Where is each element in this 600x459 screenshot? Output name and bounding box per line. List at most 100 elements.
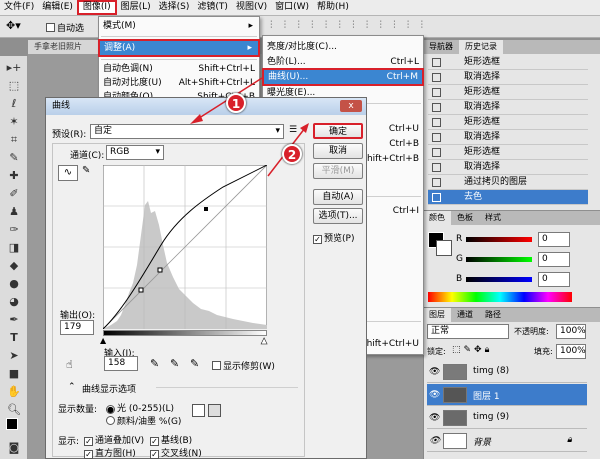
g-field[interactable]: 0: [538, 252, 570, 267]
detailed-grid-icon[interactable]: [208, 404, 221, 417]
history-item[interactable]: 矩形选框: [428, 55, 588, 70]
healing-icon[interactable]: ✚: [4, 168, 24, 184]
bg-color-swatch[interactable]: [436, 240, 452, 256]
history-brush-icon[interactable]: ✑: [4, 222, 24, 238]
lock-icons[interactable]: ⬚✎✥🔒︎: [452, 345, 492, 355]
quick-mask-icon[interactable]: ◙: [4, 440, 24, 456]
layer-row[interactable]: 👁︎ timg (8): [427, 361, 587, 383]
menu-item-mode[interactable]: 模式(M) ▸: [99, 19, 259, 34]
menu-image[interactable]: 图像(I): [76, 0, 117, 15]
layer-row-selected[interactable]: 👁︎ 图层 1: [427, 384, 587, 406]
opacity-field[interactable]: 100%: [556, 324, 586, 339]
tab-navigator[interactable]: 导航器: [423, 40, 459, 54]
move-icon[interactable]: ▸+: [4, 60, 24, 76]
smooth-button[interactable]: 平滑(M): [313, 163, 363, 179]
menu-edit[interactable]: 编辑(E): [38, 0, 77, 15]
menu-item-auto-tone[interactable]: 自动色调(N) Shift+Ctrl+L: [99, 62, 259, 77]
eye-icon[interactable]: 👁︎: [429, 413, 440, 423]
black-eyedropper-icon[interactable]: ✎: [150, 357, 159, 370]
marquee-icon[interactable]: ⬚: [4, 78, 24, 94]
brush-icon[interactable]: ✐: [4, 186, 24, 202]
tab-styles[interactable]: 样式: [479, 211, 507, 225]
hand-adjust-icon[interactable]: ☝: [66, 358, 73, 371]
stamp-icon[interactable]: ♟: [4, 204, 24, 220]
simple-grid-icon[interactable]: [192, 404, 205, 417]
menu-filter[interactable]: 滤镜(T): [193, 0, 232, 15]
eye-icon[interactable]: 👁︎: [429, 367, 440, 377]
intersection-checkbox[interactable]: ✓: [150, 450, 159, 459]
shape-icon[interactable]: ■: [4, 366, 24, 382]
magic-wand-icon[interactable]: ✶: [4, 114, 24, 130]
pigment-radio[interactable]: [106, 416, 115, 425]
auto-button[interactable]: 自动(A): [313, 189, 363, 205]
b-slider[interactable]: [466, 277, 532, 282]
output-field[interactable]: 179: [60, 320, 94, 335]
white-eyedropper-icon[interactable]: ✎: [190, 357, 199, 370]
light-radio[interactable]: ●: [106, 405, 115, 414]
auto-select-checkbox[interactable]: [46, 23, 55, 32]
close-button[interactable]: x: [340, 100, 362, 112]
history-item[interactable]: 取消选择: [428, 160, 588, 175]
tab-history[interactable]: 历史记录: [459, 40, 503, 54]
menu-view[interactable]: 视图(V): [232, 0, 271, 15]
curve-point-tool-icon[interactable]: ∿: [58, 165, 78, 181]
type-icon[interactable]: T: [4, 330, 24, 346]
history-item[interactable]: 矩形选框: [428, 145, 588, 160]
blend-mode-select[interactable]: 正常: [427, 324, 509, 339]
menu-item-curves[interactable]: 曲线(U)... Ctrl+M: [262, 68, 424, 86]
hand-icon[interactable]: ✋: [4, 384, 24, 400]
history-item[interactable]: 通过拷贝的图层: [428, 175, 588, 190]
eye-icon[interactable]: 👁︎: [429, 390, 440, 400]
r-slider[interactable]: [466, 237, 532, 242]
g-slider[interactable]: [466, 257, 532, 262]
history-item[interactable]: 矩形选框: [428, 115, 588, 130]
menu-layer[interactable]: 图层(L): [117, 0, 155, 15]
menu-item-auto-contrast[interactable]: 自动对比度(U) Alt+Shift+Ctrl+L: [99, 76, 259, 91]
color-ramp[interactable]: [428, 292, 572, 302]
input-field[interactable]: 158: [104, 356, 138, 371]
history-item[interactable]: 取消选择: [428, 100, 588, 115]
history-item[interactable]: 取消选择: [428, 130, 588, 145]
align-icons[interactable]: ⫶ ⫶ ⫶ ⫶ ⫶ ⫶ ⫶ ⫶ ⫶ ⫶ ⫶ ⫶: [270, 20, 427, 31]
bucket-icon[interactable]: ◆: [4, 258, 24, 274]
black-point-slider-icon[interactable]: ▲: [100, 336, 106, 345]
cancel-button[interactable]: 取消: [313, 143, 363, 159]
eye-icon[interactable]: 👁︎: [429, 436, 440, 446]
preset-select[interactable]: 自定 ▾: [90, 124, 284, 139]
crop-icon[interactable]: ⌗: [4, 132, 24, 148]
fill-field[interactable]: 100%: [556, 344, 586, 359]
r-field[interactable]: 0: [538, 232, 570, 247]
pen-icon[interactable]: ✒: [4, 312, 24, 328]
channel-overlay-checkbox[interactable]: ✓: [84, 437, 93, 446]
blur-icon[interactable]: ●: [4, 276, 24, 292]
b-field[interactable]: 0: [538, 272, 570, 287]
path-select-icon[interactable]: ➤: [4, 348, 24, 364]
foreground-color-swatch[interactable]: [6, 418, 18, 430]
menu-item-adjust[interactable]: 调整(A) ▸: [98, 39, 260, 57]
menu-help[interactable]: 帮助(H): [313, 0, 353, 15]
preset-options-icon[interactable]: ☰: [289, 125, 297, 135]
layer-row-background[interactable]: 👁︎ 背景 🔒︎: [427, 430, 587, 452]
options-button[interactable]: 选项(T)...: [313, 208, 363, 224]
expand-chevron-icon[interactable]: ⌃: [68, 382, 76, 392]
preview-checkbox[interactable]: ✓: [313, 235, 322, 244]
tab-layers[interactable]: 图层: [423, 308, 451, 322]
baseline-checkbox[interactable]: ✓: [150, 437, 159, 446]
tab-color[interactable]: 颜色: [423, 211, 451, 225]
curve-graph[interactable]: [103, 165, 267, 329]
show-clipping-checkbox[interactable]: [212, 361, 221, 370]
eraser-icon[interactable]: ◨: [4, 240, 24, 256]
layer-row[interactable]: 👁︎ timg (9): [427, 407, 587, 429]
pencil-tool-icon[interactable]: ✎: [82, 165, 90, 176]
history-item[interactable]: 取消选择: [428, 70, 588, 85]
eyedropper-icon[interactable]: ✎: [4, 150, 24, 166]
tab-swatches[interactable]: 色板: [451, 211, 479, 225]
tab-paths[interactable]: 路径: [479, 308, 507, 322]
history-item[interactable]: 矩形选框: [428, 85, 588, 100]
lasso-icon[interactable]: ℓ: [4, 96, 24, 112]
menu-item-brightness[interactable]: 亮度/对比度(C)...: [263, 40, 423, 55]
zoom-icon[interactable]: 🔍︎: [4, 402, 24, 418]
ok-button[interactable]: 确定: [313, 123, 363, 139]
white-point-slider-icon[interactable]: ▲: [261, 336, 268, 346]
channel-select[interactable]: RGB ▾: [106, 145, 164, 160]
